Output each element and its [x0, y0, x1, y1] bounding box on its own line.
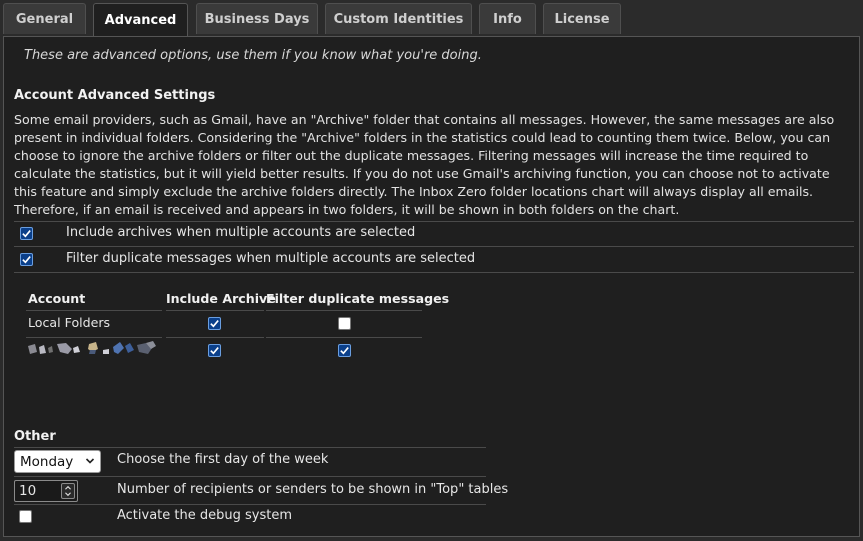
- checkmark-icon: [22, 256, 31, 264]
- stepper-buttons[interactable]: [61, 483, 75, 499]
- tab-bar: General Advanced Business Days Custom Id…: [0, 0, 863, 36]
- divider: [26, 310, 162, 311]
- tab-label: Custom Identities: [333, 11, 464, 27]
- tab-label: License: [554, 11, 610, 27]
- tab-label: General: [15, 11, 74, 27]
- tab-general[interactable]: General: [3, 3, 86, 34]
- tab-advanced[interactable]: Advanced: [93, 3, 188, 36]
- top-count-label: Number of recipients or senders to be sh…: [117, 482, 509, 497]
- divider: [166, 310, 264, 311]
- intro-note: These are advanced options, use them if …: [24, 48, 482, 63]
- first-day-value: Monday: [20, 453, 74, 470]
- account-settings-description: Some email providers, such as Gmail, hav…: [14, 112, 835, 217]
- include-archives-checkbox[interactable]: [20, 227, 33, 240]
- include-archives-label: Include archives when multiple accounts …: [66, 225, 416, 240]
- tab-label: Advanced: [104, 12, 177, 28]
- tab-license[interactable]: License: [543, 3, 621, 34]
- advanced-panel: These are advanced options, use them if …: [3, 36, 860, 537]
- row-include-archive-checkbox[interactable]: [208, 344, 221, 357]
- divider: [166, 337, 264, 338]
- top-count-input[interactable]: 10: [14, 480, 78, 502]
- tab-label: Business Days: [204, 11, 310, 27]
- other-heading: Other: [14, 429, 56, 444]
- chevron-down-icon: [85, 458, 95, 464]
- divider: [14, 476, 486, 477]
- checkmark-icon: [22, 230, 31, 238]
- divider: [266, 337, 422, 338]
- first-day-label: Choose the first day of the week: [117, 452, 329, 467]
- tab-info[interactable]: Info: [479, 3, 536, 34]
- divider: [14, 272, 854, 273]
- tab-label: Info: [493, 11, 522, 27]
- checkmark-icon: [210, 347, 219, 355]
- tab-business-days[interactable]: Business Days: [196, 3, 318, 34]
- row-include-archive-checkbox[interactable]: [208, 317, 221, 330]
- divider: [14, 221, 854, 222]
- column-header-account: Account: [28, 291, 86, 306]
- divider: [14, 246, 854, 247]
- debug-label: Activate the debug system: [117, 508, 292, 523]
- column-header-filter-duplicates: Filter duplicate messages: [266, 291, 450, 306]
- column-header-include-archive: Include Archive: [166, 291, 276, 306]
- top-count-value: 10: [19, 483, 37, 499]
- account-name: Local Folders: [28, 315, 111, 330]
- checkmark-icon: [210, 320, 219, 328]
- divider: [26, 337, 162, 338]
- filter-duplicates-label: Filter duplicate messages when multiple …: [66, 251, 476, 266]
- obscured-account-name-icon: [28, 341, 156, 354]
- row-filter-duplicates-checkbox[interactable]: [338, 344, 351, 357]
- up-down-arrows-icon: [65, 485, 71, 497]
- tab-custom-identities[interactable]: Custom Identities: [325, 3, 472, 34]
- filter-duplicates-checkbox[interactable]: [20, 253, 33, 266]
- first-day-select[interactable]: Monday: [14, 450, 101, 473]
- divider: [266, 310, 422, 311]
- row-filter-duplicates-checkbox[interactable]: [338, 317, 351, 330]
- checkmark-icon: [340, 347, 349, 355]
- account-settings-heading: Account Advanced Settings: [14, 88, 216, 103]
- divider: [14, 447, 486, 448]
- debug-checkbox[interactable]: [19, 510, 32, 523]
- divider: [14, 504, 486, 505]
